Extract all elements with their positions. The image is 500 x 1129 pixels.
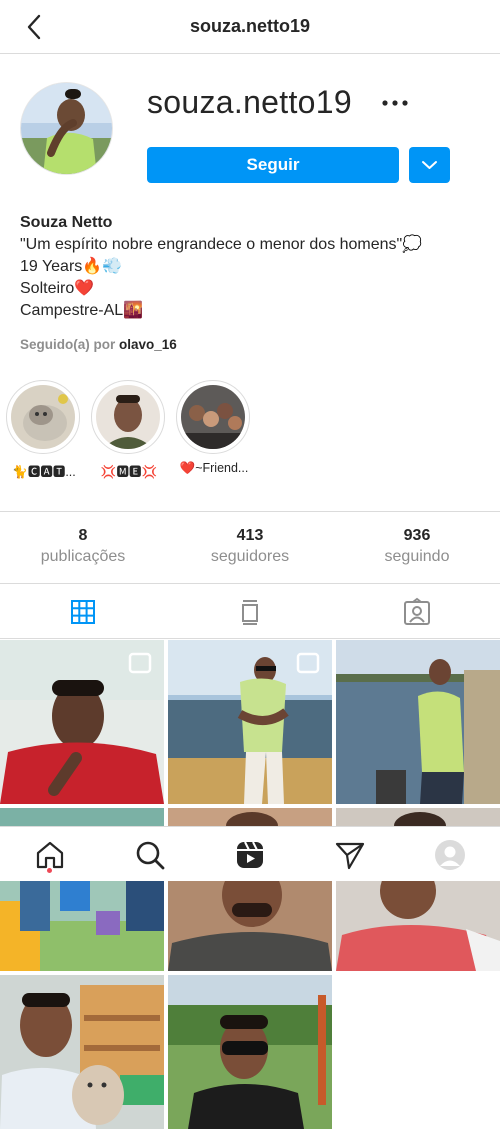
grid-photo[interactable] [0,975,164,1129]
grid-photo[interactable] [0,808,164,826]
profile-avatar[interactable] [20,82,113,175]
bio-line: "Um espírito nobre engrandece o menor do… [20,236,423,253]
highlight-label: 🐈🅲🅰🆃... [12,465,76,479]
page-title: souza.netto19 [189,16,311,36]
grid-photo[interactable] [336,808,500,826]
highlight-ring [176,380,250,454]
highlight-ring [6,380,80,454]
bio-line: 19 Years🔥💨 [20,258,123,275]
followers-stat[interactable]: 413 seguidores [167,527,333,566]
suggestions-dropdown-button[interactable] [409,147,450,183]
profile-tabs [0,585,500,639]
grid-photo[interactable] [336,881,500,971]
followers-count: 413 [236,527,264,544]
bottom-navigation [0,826,500,881]
followed-by[interactable]: Seguido(a) por olavo_16 [20,337,177,352]
notification-dot [47,868,52,873]
grid-photo[interactable] [168,640,332,804]
tagged-person-icon[interactable] [402,597,432,627]
chevron-down-icon [422,161,437,169]
direct-send-icon[interactable] [334,839,366,871]
grid-photo[interactable] [168,881,332,971]
story-highlight[interactable]: 💢🅼🅴💢 [91,380,167,480]
followed-by-prefix: Seguido(a) por [20,337,116,352]
following-label: seguindo [384,548,450,565]
profile-full-name: Souza Netto [20,214,113,231]
reels-icon[interactable] [234,839,266,871]
highlight-cover [11,385,75,449]
story-highlight[interactable]: ❤️~Friend... [176,380,252,476]
highlight-ring [91,380,165,454]
followed-by-user[interactable]: olavo_16 [119,337,177,352]
profile-avatar-icon[interactable] [434,839,466,871]
profile-stats: 8 publicações 413 seguidores 936 seguind… [0,511,500,584]
more-horizontal-icon[interactable] [380,92,410,114]
follow-button[interactable]: Seguir [147,147,399,183]
grid-photo[interactable] [168,975,332,1129]
search-icon[interactable] [134,839,166,871]
grid-photo[interactable] [168,808,332,826]
posts-stat[interactable]: 8 publicações [0,527,166,566]
highlight-label: ❤️~Friend... [179,461,249,475]
grid-photo[interactable] [336,640,500,804]
highlight-label: 💢🅼🅴💢 [100,465,158,479]
grid-icon[interactable] [68,597,98,627]
posts-count: 8 [78,527,88,544]
highlight-cover [96,385,160,449]
grid-photo[interactable] [0,881,164,971]
grid-photo[interactable] [0,640,164,804]
bio-line: Campestre-AL🌇 [20,302,144,319]
home-icon[interactable] [34,839,66,871]
following-count: 936 [403,527,431,544]
profile-bio: Souza Netto "Um espírito nobre engrandec… [20,212,490,322]
bio-line: Solteiro❤️ [20,280,95,297]
top-bar: souza.netto19 [0,0,500,54]
highlight-cover [181,385,245,449]
story-highlight[interactable]: 🐈🅲🅰🆃... [6,380,82,480]
followers-label: seguidores [210,548,290,565]
posts-label: publicações [40,548,126,565]
following-stat[interactable]: 936 seguindo [334,527,500,566]
feed-icon[interactable] [235,597,265,627]
profile-username: souza.netto19 [147,84,352,120]
